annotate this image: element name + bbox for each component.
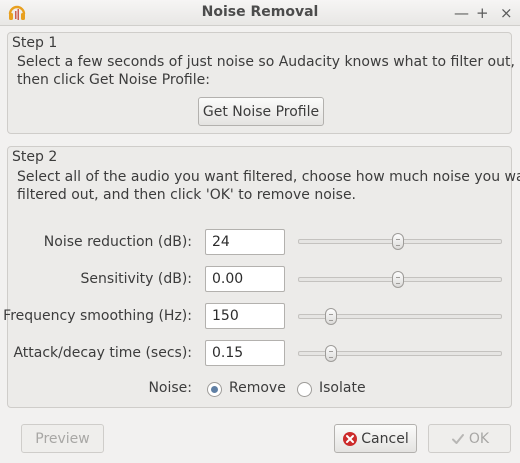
- step2-title: Step 2: [12, 149, 58, 165]
- attack-decay-field[interactable]: [205, 340, 285, 366]
- window-title: Noise Removal: [201, 4, 319, 20]
- attack-decay-slider[interactable]: [298, 345, 502, 362]
- step1-instruction-line2: then click Get Noise Profile:: [17, 72, 210, 88]
- noise-mode-label: Noise:: [148, 380, 192, 396]
- step1-group: Step 1 Select a few seconds of just nois…: [7, 32, 515, 134]
- ok-button-label: OK: [468, 430, 490, 447]
- checkmark-icon: [451, 433, 464, 444]
- cancel-icon: [343, 431, 358, 446]
- frequency-smoothing-label: Frequency smoothing (Hz):: [3, 308, 192, 324]
- frequency-smoothing-field[interactable]: [205, 303, 285, 329]
- cancel-button[interactable]: Cancel: [334, 424, 417, 453]
- frequency-smoothing-slider[interactable]: [298, 308, 502, 325]
- step1-title: Step 1: [12, 35, 58, 51]
- sensitivity-field[interactable]: [205, 266, 285, 292]
- ok-button[interactable]: OK: [428, 424, 511, 453]
- step2-instruction-line1: Select all of the audio you want filtere…: [17, 169, 520, 185]
- noise-reduction-label: Noise reduction (dB):: [43, 234, 192, 250]
- attack-decay-label: Attack/decay time (secs):: [13, 345, 192, 361]
- isolate-radio[interactable]: [297, 382, 312, 397]
- preview-button[interactable]: Preview: [21, 424, 104, 453]
- noise-reduction-slider[interactable]: [298, 233, 502, 250]
- cancel-button-label: Cancel: [361, 430, 409, 447]
- remove-radio[interactable]: [207, 382, 222, 397]
- step2-instruction-line2: filtered out, and then click 'OK' to rem…: [17, 187, 357, 203]
- sensitivity-slider[interactable]: [298, 271, 502, 288]
- sensitivity-label: Sensitivity (dB):: [80, 271, 192, 287]
- get-noise-profile-button[interactable]: Get Noise Profile: [198, 97, 324, 126]
- attack-decay-slider-thumb[interactable]: [325, 345, 338, 362]
- close-button[interactable]: ×: [500, 3, 513, 23]
- frequency-smoothing-slider-thumb[interactable]: [325, 308, 338, 325]
- title-bar: Noise Removal — + ×: [0, 0, 520, 26]
- remove-radio-label[interactable]: Remove: [229, 380, 286, 396]
- minimize-button[interactable]: —: [454, 3, 469, 23]
- step1-instruction-line1: Select a few seconds of just noise so Au…: [17, 54, 515, 70]
- noise-reduction-slider-thumb[interactable]: [391, 233, 404, 250]
- noise-reduction-field[interactable]: [205, 229, 285, 255]
- maximize-button[interactable]: +: [476, 3, 489, 23]
- isolate-radio-label[interactable]: Isolate: [319, 380, 366, 396]
- sensitivity-slider-thumb[interactable]: [391, 271, 404, 288]
